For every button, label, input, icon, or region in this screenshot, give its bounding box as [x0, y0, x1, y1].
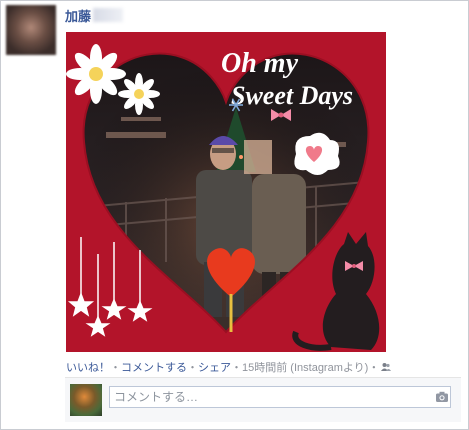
post-actions: いいね！・コメントする・シェア・15時間前 (Instagramより)・	[66, 359, 392, 375]
separator: ・	[231, 362, 242, 374]
author-name-blurred	[93, 8, 124, 22]
timestamp[interactable]: 15時間前	[242, 362, 287, 374]
photo-art: Oh my Sweet Days	[66, 32, 386, 352]
post-card: 加藤 Oh my Sweet Days いいね！・コメントする・シェア・15時間…	[0, 0, 469, 430]
comment-input[interactable]	[109, 386, 451, 408]
share-link[interactable]: シェア	[198, 362, 231, 374]
author-header: 加藤	[65, 6, 124, 25]
via-source: (Instagramより)・	[287, 362, 380, 374]
sticker-title-line2: Sweet Days	[231, 81, 353, 110]
comment-link[interactable]: コメントする	[121, 362, 187, 374]
comment-composer	[65, 377, 461, 422]
viewer-avatar	[70, 384, 102, 416]
separator: ・	[110, 362, 121, 374]
camera-icon[interactable]	[435, 390, 449, 404]
post-photo[interactable]: Oh my Sweet Days	[66, 32, 386, 352]
separator: ・	[187, 362, 198, 374]
like-link[interactable]: いいね！	[66, 362, 110, 374]
sticker-title-line1: Oh my	[221, 48, 299, 79]
author-name-link[interactable]: 加藤	[65, 6, 91, 25]
author-avatar[interactable]	[6, 5, 56, 55]
people-icon[interactable]	[381, 362, 392, 372]
